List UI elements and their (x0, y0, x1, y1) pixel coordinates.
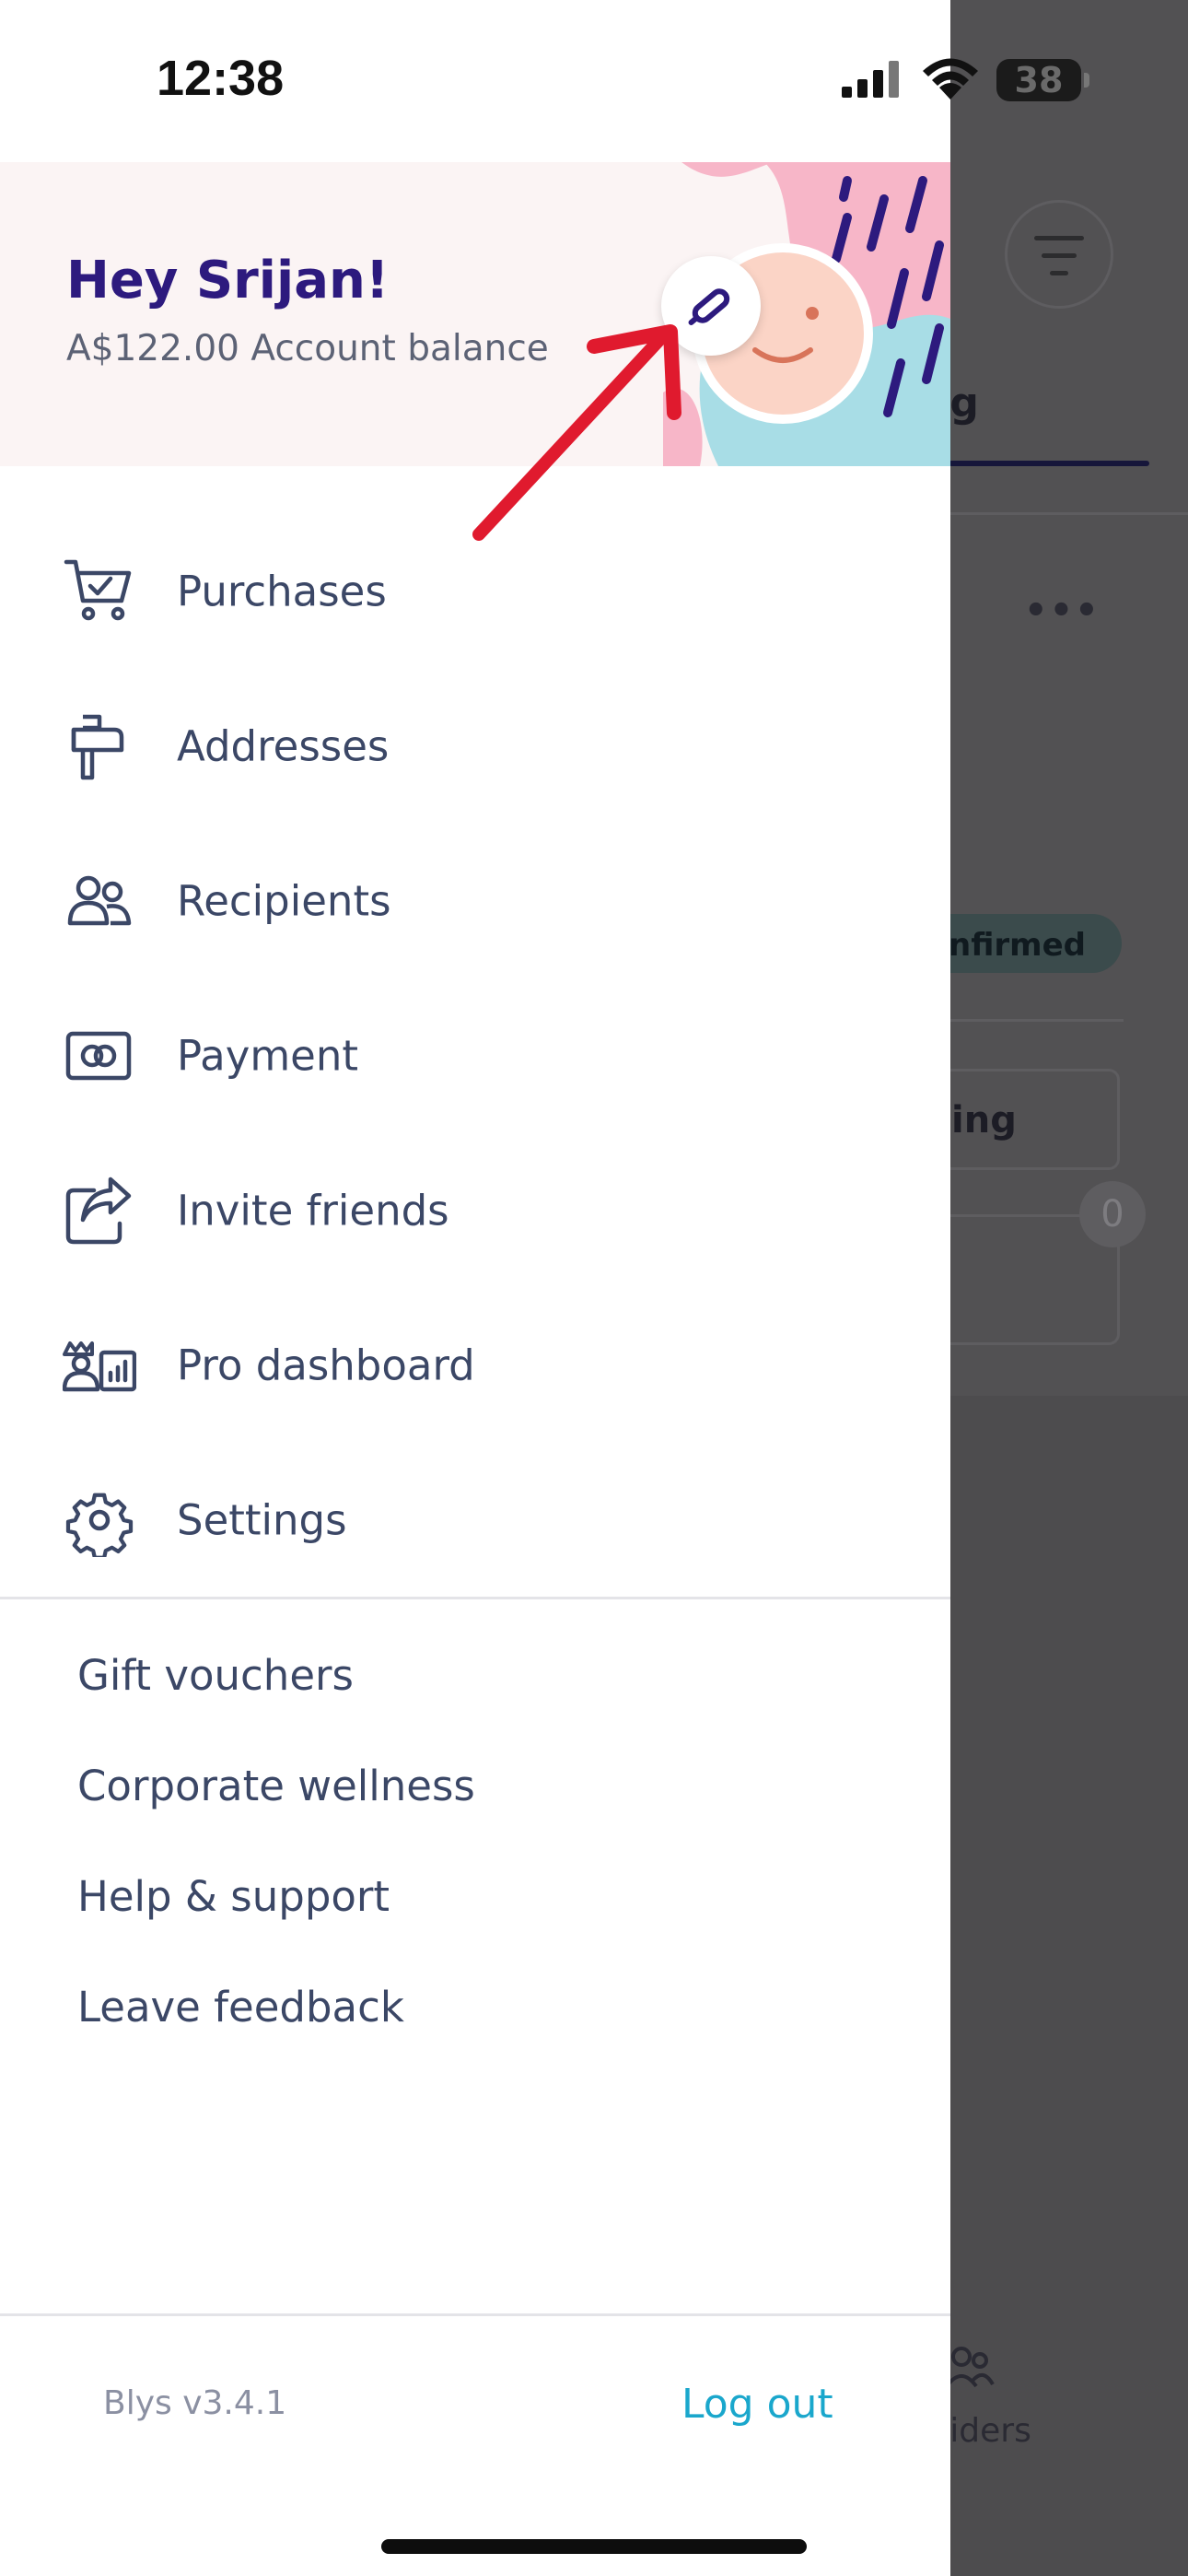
menu-item-settings[interactable]: Settings (0, 1443, 950, 1598)
status-time: 12:38 (157, 51, 285, 106)
menu-item-invite-friends[interactable]: Invite friends (0, 1133, 950, 1288)
status-badge-label: nfirmed (949, 927, 1086, 964)
menu-item-addresses[interactable]: Addresses (0, 669, 950, 824)
background-button-label: ing (951, 1099, 1017, 1142)
signal-icon (842, 61, 899, 98)
menu-item-label: Recipients (177, 876, 391, 926)
footer-divider (0, 2313, 950, 2316)
pro-dashboard-icon (63, 1341, 136, 1392)
menu-item-recipients[interactable]: Recipients (0, 824, 950, 978)
menu-item-label: Purchases (177, 567, 387, 616)
cart-icon (64, 559, 132, 621)
link-corporate-wellness[interactable]: Corporate wellness (77, 1762, 475, 1810)
more-icon[interactable]: ••• (1024, 590, 1101, 632)
gear-icon (65, 1493, 134, 1557)
battery-icon: 38 (996, 59, 1089, 101)
tab-underline (949, 461, 1149, 466)
menu-item-label: Addresses (177, 721, 390, 771)
card-icon (65, 1031, 132, 1081)
status-bar: 12:38 38 (0, 0, 1188, 162)
link-help-support[interactable]: Help & support (77, 1872, 390, 1921)
divider (949, 1019, 1124, 1022)
link-gift-vouchers[interactable]: Gift vouchers (77, 1651, 354, 1700)
link-leave-feedback[interactable]: Leave feedback (77, 1983, 404, 2032)
menu-item-label: Invite friends (177, 1186, 449, 1235)
menu-item-label: Pro dashboard (177, 1341, 475, 1390)
share-icon (65, 1177, 132, 1245)
navigation-drawer: Hey Srijan! A$122.00 Account balance Pur… (0, 0, 950, 2576)
menu-item-purchases[interactable]: Purchases (0, 514, 950, 669)
menu-divider (0, 1597, 950, 1599)
menu-item-label: Payment (177, 1031, 359, 1081)
greeting-text: Hey Srijan! (66, 251, 390, 310)
mailbox-icon (71, 714, 124, 780)
home-indicator (381, 2539, 807, 2554)
divider (949, 512, 1188, 515)
menu-item-label: Settings (177, 1495, 347, 1545)
people-icon (67, 875, 132, 926)
filter-button[interactable] (1005, 200, 1113, 309)
menu-item-payment[interactable]: Payment (0, 978, 950, 1133)
menu-item-pro-dashboard[interactable]: Pro dashboard (0, 1288, 950, 1443)
wifi-icon (923, 58, 978, 100)
app-version: Blys v3.4.1 (103, 2384, 287, 2422)
count-badge: 0 (1079, 1181, 1146, 1247)
battery-level: 38 (1014, 60, 1064, 100)
logout-button[interactable]: Log out (681, 2381, 833, 2428)
